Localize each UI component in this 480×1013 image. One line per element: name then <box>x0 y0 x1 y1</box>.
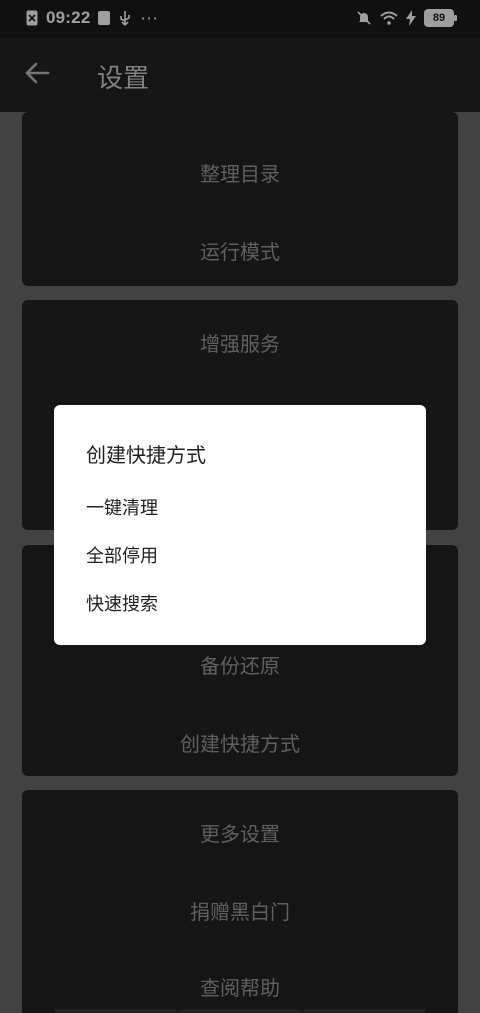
create-shortcut-dialog: 创建快捷方式 一键清理 全部停用 快速搜索 <box>54 405 426 645</box>
dialog-option-quick-search[interactable]: 快速搜索 <box>86 590 158 616</box>
dialog-option-one-key-clean[interactable]: 一键清理 <box>86 494 158 520</box>
dialog-option-disable-all[interactable]: 全部停用 <box>86 542 158 568</box>
dialog-title: 创建快捷方式 <box>86 443 206 467</box>
